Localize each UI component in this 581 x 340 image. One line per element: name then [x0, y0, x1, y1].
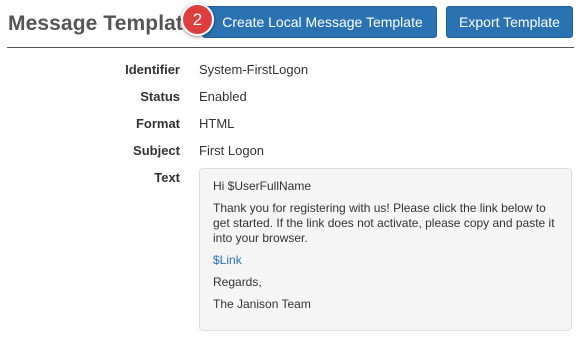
- title-divider: [7, 47, 574, 48]
- message-link[interactable]: $Link: [213, 253, 559, 268]
- message-template-page: Message Templat 2 Create Local Message T…: [0, 0, 581, 340]
- format-value: HTML: [199, 116, 235, 131]
- identifier-value: System-FirstLogon: [199, 62, 309, 77]
- step-badge: 2: [181, 3, 214, 36]
- subject-value: First Logon: [199, 143, 265, 158]
- message-greeting: Hi $UserFullName: [213, 179, 312, 193]
- create-local-message-template-button[interactable]: Create Local Message Template: [202, 6, 437, 38]
- message-closing: Regards,: [213, 275, 262, 289]
- export-template-button[interactable]: Export Template: [446, 6, 573, 38]
- status-label: Status: [140, 89, 180, 104]
- format-label: Format: [135, 116, 180, 131]
- message-signature: The Janison Team: [213, 297, 311, 311]
- message-text-box: Hi $UserFullName Thank you for registeri…: [199, 168, 572, 331]
- text-label: Text: [154, 170, 180, 185]
- page-title: Message Templat: [8, 12, 184, 35]
- status-value: Enabled: [199, 89, 247, 104]
- subject-label: Subject: [133, 143, 180, 158]
- identifier-label: Identifier: [125, 62, 180, 77]
- message-body: Thank you for registering with us! Pleas…: [213, 201, 555, 245]
